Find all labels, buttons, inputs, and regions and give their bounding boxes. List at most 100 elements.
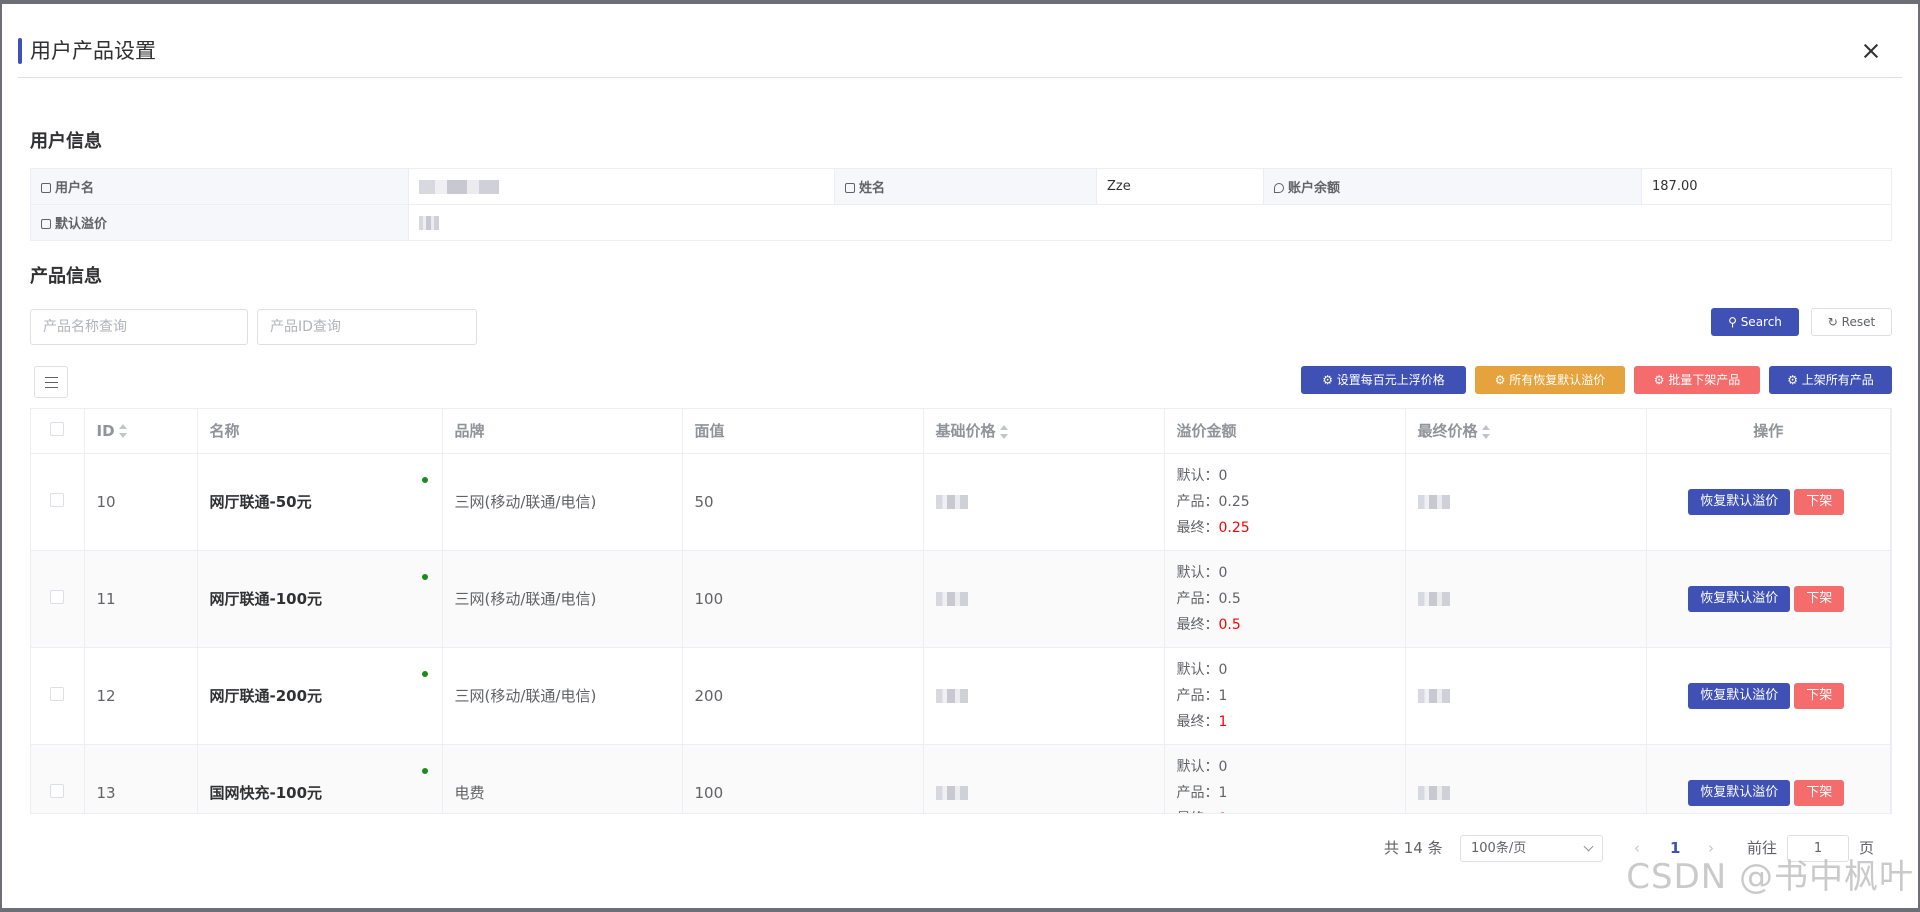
sliders-icon xyxy=(45,377,58,378)
watermark: CSDN @书中枫叶 xyxy=(1626,857,1914,897)
markup-default-value: 0 xyxy=(1218,758,1228,775)
base-price-redacted xyxy=(935,786,968,800)
row-final-price xyxy=(1405,744,1647,813)
markup-default-label: 默认： xyxy=(1176,758,1219,775)
row-checkbox[interactable] xyxy=(50,589,65,604)
markup-product-label: 产品： xyxy=(1176,493,1219,510)
row-base-price xyxy=(923,647,1165,745)
product-name-search-input[interactable] xyxy=(30,309,248,345)
column-settings-button[interactable] xyxy=(34,366,68,398)
markup-final-value: 0.25 xyxy=(1218,519,1250,536)
row-name: 网厅联通-100元 xyxy=(209,590,323,608)
user-info-title: 用户信息 xyxy=(30,131,102,152)
row-name: 网厅联通-200元 xyxy=(209,687,323,705)
table-row: 11 网厅联通-100元 三网(移动/联通/电信) 100 默认：0 产品：0.5 最终：0… xyxy=(31,550,1891,648)
sort-icon[interactable] xyxy=(999,424,1008,439)
row-checkbox[interactable] xyxy=(50,783,65,798)
markup-final-value: 1 xyxy=(1218,713,1228,730)
row-checkbox[interactable] xyxy=(50,492,65,507)
col-id[interactable]: ID xyxy=(84,409,198,454)
reset-button[interactable]: ↻ Reset xyxy=(1811,308,1892,336)
unlist-button[interactable]: 下架 xyxy=(1794,585,1845,612)
row-face-value: 50 xyxy=(682,453,924,551)
status-dot xyxy=(421,671,428,677)
restore-default-button[interactable]: 恢复默认溢价 xyxy=(1688,779,1791,806)
row-select-cell xyxy=(31,550,85,648)
default-markup-label-cell: 默认溢价 xyxy=(30,204,409,241)
markup-final-label: 最终： xyxy=(1177,811,1219,814)
unlist-button[interactable]: 下架 xyxy=(1794,682,1845,709)
col-final-price[interactable]: 最终价格 xyxy=(1405,409,1647,454)
balance-label: 账户余额 xyxy=(1288,181,1341,196)
document-icon xyxy=(41,219,51,229)
row-markup: 默认：0 产品：0.25 最终：0.25 xyxy=(1164,453,1406,551)
sort-icon[interactable] xyxy=(1481,424,1490,439)
row-base-price xyxy=(923,744,1165,813)
row-brand: 三网(移动/联通/电信) xyxy=(442,647,683,745)
final-price-redacted xyxy=(1417,592,1450,606)
row-id: 12 xyxy=(84,647,198,745)
row-name-cell: 国网快充-100元 xyxy=(197,744,443,813)
search-icon: ⚲ xyxy=(1728,315,1737,329)
row-name-cell: 网厅联通-50元 xyxy=(197,453,443,551)
product-id-search-input[interactable] xyxy=(257,309,477,345)
row-name: 网厅联通-50元 xyxy=(209,493,312,511)
unlist-button[interactable]: 下架 xyxy=(1794,488,1845,515)
select-all-checkbox[interactable] xyxy=(50,421,65,436)
refresh-icon: ↻ xyxy=(1827,315,1838,329)
markup-product-value: 1 xyxy=(1218,784,1228,801)
status-dot xyxy=(421,768,428,774)
row-id: 13 xyxy=(84,744,198,813)
row-brand: 电费 xyxy=(442,744,683,813)
col-ops: 操作 xyxy=(1646,409,1891,454)
col-markup: 溢价金额 xyxy=(1164,409,1406,454)
search-button-label: Search xyxy=(1740,315,1782,329)
row-base-price xyxy=(923,453,1165,551)
restore-default-button[interactable]: 恢复默认溢价 xyxy=(1688,488,1791,515)
markup-product-value: 0.25 xyxy=(1218,493,1250,510)
markup-final-value: 1 xyxy=(1219,811,1228,814)
row-checkbox[interactable] xyxy=(50,686,65,701)
user-info-table: 用户名 姓名 Zze 账户余额 187.00 默认溢价 xyxy=(30,168,1892,241)
page-size-value: 100条/页 xyxy=(1471,841,1527,856)
row-ops: 恢复默认溢价 下架 xyxy=(1646,647,1891,745)
col-face-value: 面值 xyxy=(682,409,924,454)
name-label-cell: 姓名 xyxy=(834,168,1097,205)
row-id: 11 xyxy=(84,550,198,648)
restore-default-button[interactable]: 恢复默认溢价 xyxy=(1688,682,1791,709)
markup-default-value: 0 xyxy=(1218,564,1228,581)
product-table: ID 名称 品牌 面值 基础价格 溢价金额 最终价格 操作 10 网厅联通-50元… xyxy=(30,408,1892,814)
markup-product-value: 1 xyxy=(1218,687,1228,704)
page-size-select[interactable]: 100条/页 xyxy=(1460,835,1603,862)
unlist-button[interactable]: 下架 xyxy=(1794,779,1845,806)
set-float-price-button[interactable]: ⚙ 设置每百元上浮价格 xyxy=(1301,366,1466,394)
gear-icon: ⚙ xyxy=(1787,373,1798,387)
list-all-button[interactable]: ⚙ 上架所有产品 xyxy=(1769,366,1892,394)
batch-unlist-button[interactable]: ⚙ 批量下架产品 xyxy=(1634,366,1760,394)
restore-default-button[interactable]: 恢复默认溢价 xyxy=(1688,585,1791,612)
row-markup: 默认：0产品：1最终：1 xyxy=(1164,744,1406,814)
markup-default-label: 默认： xyxy=(1176,467,1219,484)
gear-icon: ⚙ xyxy=(1322,373,1333,387)
table-row: 12 网厅联通-200元 三网(移动/联通/电信) 200 默认：0 产品：1 最终：1 恢复… xyxy=(31,647,1891,745)
row-name: 国网快充-100元 xyxy=(209,784,323,802)
row-final-price xyxy=(1405,453,1647,551)
restore-all-default-button[interactable]: ⚙ 所有恢复默认溢价 xyxy=(1475,366,1625,394)
dialog-header: 用户产品设置 xyxy=(18,28,1902,78)
row-base-price xyxy=(923,550,1165,648)
location-icon xyxy=(1274,183,1284,193)
row-markup: 默认：0 产品：0.5 最终：0.5 xyxy=(1164,550,1406,648)
product-info-title: 产品信息 xyxy=(30,266,102,287)
default-markup-value-cell xyxy=(408,204,1892,241)
status-dot xyxy=(421,477,428,483)
search-button[interactable]: ⚲ Search xyxy=(1711,308,1799,336)
markup-product-label: 产品： xyxy=(1176,590,1219,607)
sort-icon[interactable] xyxy=(118,424,127,439)
base-price-redacted xyxy=(935,495,968,509)
table-row: 10 网厅联通-50元 三网(移动/联通/电信) 50 默认：0 产品：0.25 最终：0.… xyxy=(31,453,1891,551)
close-icon[interactable] xyxy=(1860,40,1882,62)
status-dot xyxy=(421,574,428,580)
markup-final-value: 0.5 xyxy=(1218,616,1241,633)
row-name-cell: 网厅联通-100元 xyxy=(197,550,443,648)
col-base-price[interactable]: 基础价格 xyxy=(923,409,1165,454)
